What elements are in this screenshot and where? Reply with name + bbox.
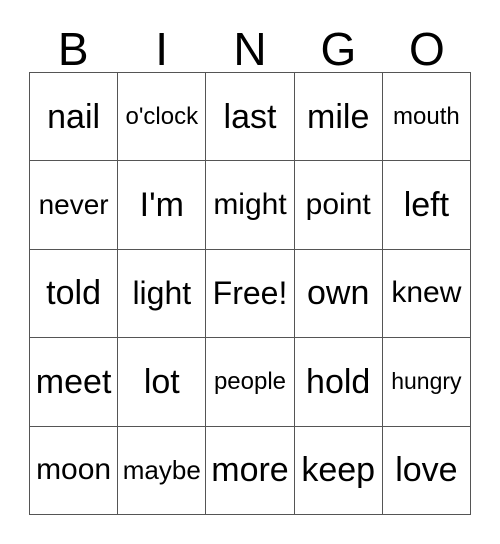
bingo-cell-label: keep bbox=[301, 451, 376, 490]
header-letter-g: G bbox=[320, 23, 357, 75]
bingo-cell[interactable]: never bbox=[30, 161, 119, 250]
bingo-cell[interactable]: meet bbox=[30, 338, 119, 427]
bingo-cell-label: never bbox=[38, 189, 109, 221]
bingo-cell[interactable]: o'clock bbox=[118, 73, 207, 162]
bingo-cell-label: might bbox=[213, 188, 287, 222]
bingo-cell-label: moon bbox=[36, 453, 112, 487]
bingo-cell-label: Free! bbox=[212, 275, 288, 312]
bingo-cell[interactable]: lot bbox=[118, 338, 207, 427]
bingo-cell[interactable]: last bbox=[206, 73, 295, 162]
bingo-cell[interactable]: hold bbox=[294, 338, 383, 427]
bingo-cell[interactable]: nail bbox=[30, 73, 119, 162]
bingo-cell[interactable]: told bbox=[30, 249, 119, 339]
bingo-cell-label: mile bbox=[307, 97, 370, 136]
bingo-cell-label: more bbox=[211, 451, 289, 490]
bingo-cell[interactable]: keep bbox=[294, 426, 383, 515]
bingo-cell-label: knew bbox=[391, 276, 462, 310]
header-letter-i: I bbox=[155, 23, 168, 75]
bingo-cell-label: point bbox=[305, 188, 371, 222]
header-letter-b: B bbox=[57, 23, 89, 75]
bingo-cell[interactable]: left bbox=[382, 161, 471, 250]
bingo-cell[interactable]: I'm bbox=[118, 161, 207, 250]
bingo-cell[interactable]: mouth bbox=[382, 73, 471, 162]
header-letter-o: O bbox=[408, 23, 445, 75]
bingo-card: B I N G O nail o'clock last mile mouth never I… bbox=[0, 0, 500, 544]
bingo-header-row: B I N G O bbox=[29, 14, 471, 72]
bingo-grid: nail o'clock last mile mouth never I'm might poi… bbox=[29, 72, 471, 515]
bingo-cell-label: nail bbox=[47, 97, 101, 136]
bingo-cell[interactable]: light bbox=[118, 249, 207, 339]
bingo-cell[interactable]: might bbox=[206, 161, 295, 250]
bingo-cell-label: love bbox=[395, 451, 458, 490]
bingo-cell-label: own bbox=[307, 274, 370, 313]
bingo-cell-label: o'clock bbox=[125, 102, 199, 130]
bingo-cell-label: maybe bbox=[122, 455, 201, 486]
bingo-cell-label: left bbox=[403, 186, 450, 225]
bingo-cell-label: people bbox=[213, 367, 287, 395]
bingo-cell[interactable]: knew bbox=[382, 249, 471, 339]
bingo-cell-label: hold bbox=[306, 362, 371, 401]
bingo-cell[interactable]: hungry bbox=[382, 338, 471, 427]
bingo-cell[interactable]: mile bbox=[294, 73, 383, 162]
bingo-cell-label: mouth bbox=[393, 102, 460, 130]
bingo-cell-label: told bbox=[46, 274, 101, 313]
bingo-cell-label: last bbox=[223, 97, 277, 136]
bingo-cell-label: I'm bbox=[139, 186, 184, 225]
bingo-cell[interactable]: more bbox=[206, 426, 295, 515]
header-letter-n: N bbox=[233, 23, 267, 75]
bingo-cell[interactable]: maybe bbox=[118, 426, 207, 515]
bingo-cell-label: light bbox=[132, 275, 192, 312]
bingo-cell[interactable]: moon bbox=[30, 426, 119, 515]
bingo-cell[interactable]: point bbox=[294, 161, 383, 250]
bingo-cell[interactable]: people bbox=[206, 338, 295, 427]
bingo-cell[interactable]: own bbox=[294, 249, 383, 339]
bingo-cell-label: lot bbox=[143, 362, 180, 401]
bingo-cell-label: meet bbox=[35, 362, 112, 401]
bingo-cell[interactable]: Free! bbox=[206, 249, 295, 339]
bingo-cell-label: hungry bbox=[391, 368, 462, 395]
bingo-cell[interactable]: love bbox=[382, 426, 471, 515]
